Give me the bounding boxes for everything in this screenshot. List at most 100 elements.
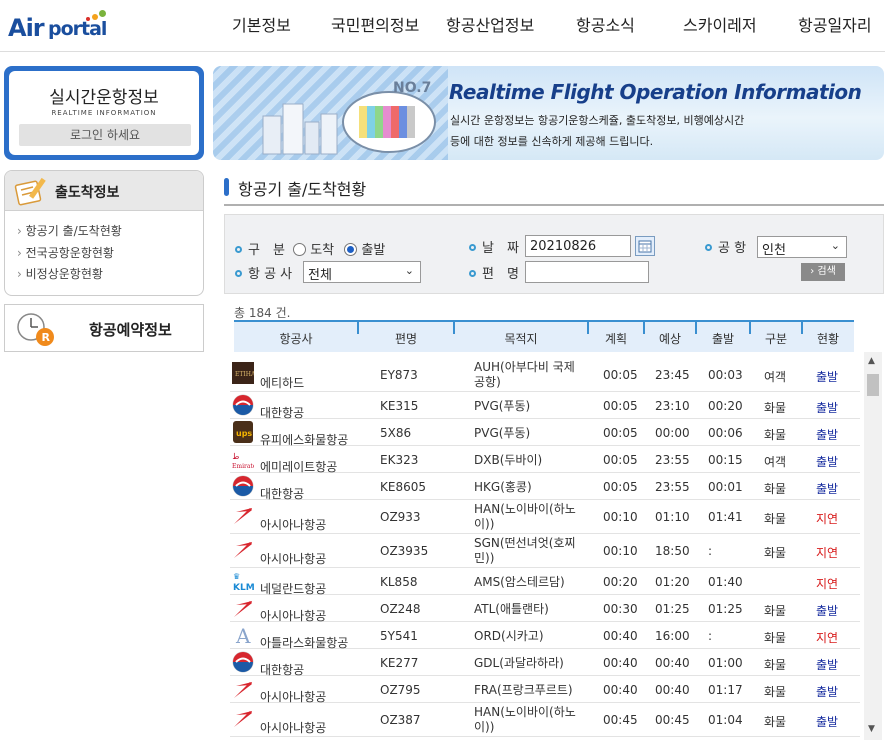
table-row[interactable]: 아시아나항공 OZ387 HAN(노이바이(하노 이)) 00:45 00:45 01:04… (230, 703, 860, 737)
destination-line1: AUH(아부다비 국제 (474, 360, 575, 374)
airline-select-value: 전체 (308, 268, 332, 283)
estimated-time: 23:55 (655, 453, 690, 467)
chevron-down-icon: ⌄ (404, 264, 414, 277)
date-label: 날 짜 (482, 241, 519, 256)
departed-time: 00:15 (708, 453, 743, 467)
estimated-time: 18:50 (655, 544, 690, 558)
table-row[interactable]: 대한항공 KE277 GDL(과달라하라) 00:40 00:40 01:00 화물 출발 (230, 649, 860, 677)
departed-time: 01:00 (708, 656, 743, 670)
nav-aviation-jobs[interactable]: 항공일자리 (798, 12, 872, 36)
login-button[interactable]: 로그인 하세요 (19, 124, 191, 146)
table-row[interactable]: 대한항공 KE315 PVG(푸동) 00:05 23:10 00:20 화물 출발 (230, 392, 860, 420)
col-planned: 계획 (604, 332, 628, 346)
flight-number: KL858 (380, 575, 418, 589)
airline-name: 아시아나항공 (260, 518, 327, 532)
destination: DXB(두바이) (474, 453, 542, 468)
emirates-logo-icon: ﻃ Emirates (232, 452, 254, 470)
realtime-title: 실시간운항정보 (49, 88, 159, 108)
checklist-pencil-icon (14, 177, 46, 206)
scrollbar-thumb[interactable] (867, 374, 879, 396)
bullet-icon (469, 244, 476, 251)
table-row[interactable]: 아시아나항공 OZ933 HAN(노이바이(하노 이)) 00:10 01:10 01:41… (230, 500, 860, 534)
nav-public-info[interactable]: 국민편의정보 (331, 12, 419, 36)
estimated-time: 23:45 (655, 368, 690, 382)
flight-type: 화물 (764, 428, 787, 442)
airportal-logo[interactable]: Air portal (8, 8, 108, 44)
estimated-time: 00:40 (655, 683, 690, 697)
table-row[interactable]: A 아틀라스화물항공 5Y541 ORD(시카고) 00:40 16:00: 화물 지연 (230, 622, 860, 650)
status-badge: 지연 (816, 512, 839, 526)
airline-name: 에티하드 (260, 376, 305, 390)
table-row[interactable]: 대한항공 KE8605 HKG(홍콩) 00:05 23:55 00:01 화물 출발 (230, 473, 860, 501)
airport-select[interactable]: 인천 ⌄ (757, 236, 847, 258)
search-button[interactable]: › 검색 (801, 263, 845, 281)
scroll-down-icon[interactable]: ▼ (868, 724, 875, 734)
flight-type: 화물 (764, 631, 787, 645)
menu-item-flight-status[interactable]: 항공기 출/도착현황 (17, 221, 203, 243)
departed-time: 00:20 (708, 399, 743, 413)
table-row[interactable]: 아시아나항공 OZ248 ATL(애틀랜타) 00:30 01:25 01:25 화물 출발 (230, 595, 860, 623)
status-badge: 출발 (816, 428, 839, 442)
airport-field: 공 항 (705, 237, 746, 256)
destination-line1: DXB(두바이) (474, 453, 543, 467)
nav-sky-leisure[interactable]: 스카이레저 (683, 12, 757, 36)
table-row[interactable]: ﻃEmirates에미레이트항공EK323DXB(두바이)00:0523:550… (230, 446, 860, 474)
vertical-scrollbar[interactable]: ▲ ▼ (864, 352, 882, 740)
menu-item-irregular-ops[interactable]: 비정상운항현황 (17, 264, 203, 286)
menu-title: 출도착정보 (55, 185, 120, 201)
nav-basic-info[interactable]: 기본정보 (232, 12, 291, 36)
bullet-icon (235, 246, 242, 253)
bullet-icon (469, 270, 476, 277)
destination-line1: HAN(노이바이(하노 (474, 502, 576, 516)
destination: ORD(시카고) (474, 629, 544, 644)
svg-text:♛: ♛ (233, 572, 240, 581)
planned-time: 00:10 (603, 510, 638, 524)
table-row[interactable]: 아시아나항공 OZ3935 SGN(떤선녀엇(호찌 민)) 00:10 18:50: 화물 지… (230, 534, 860, 568)
nav-aviation-news[interactable]: 항공소식 (576, 12, 635, 36)
total-count: 총 184 건. (234, 306, 291, 320)
arrival-departure-menu: 출도착정보 항공기 출/도착현황 전국공항운항현황 비정상운항현황 (4, 170, 204, 296)
destination: FRA(프랑크푸르트) (474, 683, 573, 698)
destination-line1: PVG(푸동) (474, 426, 531, 440)
flight-number-input[interactable] (525, 261, 649, 283)
realtime-subtitle: REALTIME INFORMATION (51, 109, 157, 117)
scroll-up-icon[interactable]: ▲ (868, 356, 875, 366)
date-input[interactable] (525, 235, 631, 257)
asiana-logo-icon (234, 682, 252, 698)
flight-type: 여객 (764, 455, 787, 469)
table-row[interactable]: ETIHAD 에티하드 EY873 AUH(아부다비 국제공항) 00:05 23:45 0… (230, 358, 860, 392)
radio-departure[interactable] (344, 243, 358, 256)
menu-item-airport-status[interactable]: 전국공항운항현황 (17, 243, 203, 265)
destination-line1: HKG(홍콩) (474, 480, 532, 494)
estimated-time: 01:20 (655, 575, 690, 589)
table-row[interactable]: ♛ KLM 네덜란드항공 KL858 AMS(암스테르담) 00:20 01:20 01:40… (230, 568, 860, 596)
type-field: 구 분 도착 출발 (235, 239, 385, 258)
departed-time: : (708, 629, 713, 643)
ups-logo-icon: ups (233, 421, 253, 443)
svg-text:NO.7: NO.7 (393, 80, 431, 96)
flight-booking-box[interactable]: R 항공예약정보 (4, 304, 204, 352)
main-nav: 기본정보 국민편의정보 항공산업정보 항공소식 스카이레저 항공일자리 (210, 0, 885, 50)
bullet-icon (235, 270, 242, 277)
flight-type: 화물 (764, 512, 787, 526)
radio-arrival[interactable] (293, 243, 307, 256)
flight-table-body: ETIHAD 에티하드 EY873 AUH(아부다비 국제공항) 00:05 23:45 0… (230, 358, 860, 740)
nav-industry-info[interactable]: 항공산업정보 (446, 12, 534, 36)
destination-line2: 이)) (474, 517, 495, 531)
col-type: 구분 (764, 332, 788, 346)
flight-number: OZ387 (380, 713, 421, 727)
calendar-icon[interactable] (635, 236, 655, 256)
destination-line1: ATL(애틀랜타) (474, 602, 549, 616)
airline-name: 아시아나항공 (260, 552, 327, 566)
flight-type: 화물 (764, 401, 787, 415)
flight-number: OZ933 (380, 510, 421, 524)
table-row[interactable]: 아시아나항공 OZ795 FRA(프랑크푸르트) 00:40 00:40 01:17 화물 출… (230, 676, 860, 704)
airline-select[interactable]: 전체 ⌄ (303, 261, 421, 283)
destination: SGN(떤선녀엇(호찌 민)) (474, 536, 576, 566)
bullet-icon (705, 244, 712, 251)
flight-number: OZ3935 (380, 544, 429, 558)
flight-type: 화물 (764, 715, 787, 729)
table-row[interactable]: ups 유피에스화물항공 5X86 PVG(푸동) 00:05 00:00 00:06 화물 출… (230, 419, 860, 447)
menu-header: 출도착정보 (5, 171, 203, 211)
chevron-down-icon: ⌄ (830, 239, 840, 252)
